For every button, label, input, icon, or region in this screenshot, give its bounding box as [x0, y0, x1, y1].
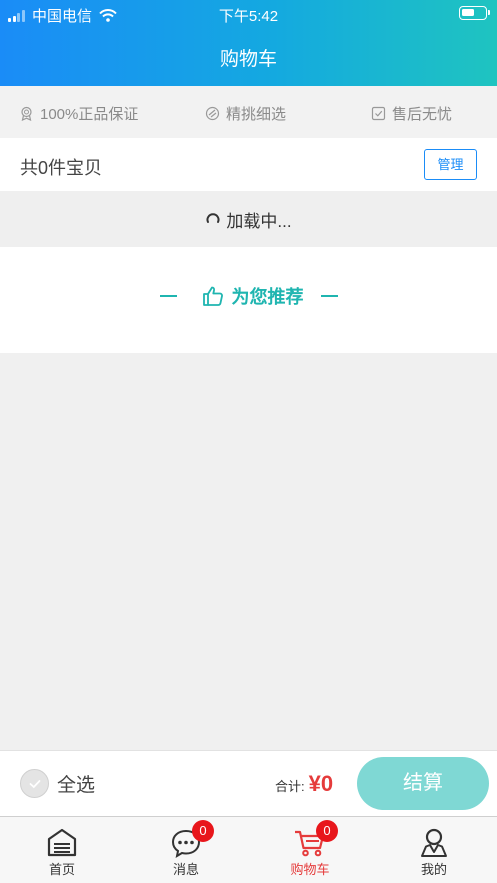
- total-price: 合计: ¥0: [275, 771, 333, 797]
- select-all-label: 全选: [57, 775, 96, 796]
- home-icon: [47, 828, 77, 857]
- guarantee-label: 100%正品保证: [40, 106, 139, 123]
- divider-right: [320, 295, 338, 297]
- select-all-toggle[interactable]: 全选: [20, 769, 95, 798]
- checkout-button[interactable]: 结算: [357, 757, 489, 810]
- loading-indicator: 加载中...: [0, 191, 497, 247]
- tab-messages[interactable]: 0 消息: [124, 817, 248, 883]
- guarantee-selected: 精挑细选: [205, 103, 286, 124]
- tab-cart[interactable]: 0 购物车: [248, 817, 372, 883]
- medal-icon: [21, 106, 32, 121]
- diamond-icon: [205, 106, 220, 121]
- guarantee-bar: 100%正品保证 精挑细选 售后无忧: [0, 86, 497, 138]
- guarantee-label: 售后无忧: [392, 106, 453, 123]
- cart-item-count: 共0件宝贝: [20, 158, 103, 178]
- check-circle-icon[interactable]: [20, 769, 49, 798]
- tab-label: 购物车: [290, 862, 330, 877]
- loading-text: 加载中...: [226, 211, 292, 231]
- guarantee-authentic: 100%正品保证: [19, 103, 138, 124]
- tab-label: 首页: [48, 862, 75, 877]
- status-bar: 中国电信 下午5:42: [0, 0, 497, 28]
- total-label: 合计:: [275, 779, 305, 794]
- thumbs-up-icon: [202, 286, 223, 306]
- checkout-bar: 全选 合计: ¥0 结算: [0, 750, 497, 816]
- guarantee-label: 精挑细选: [226, 106, 287, 123]
- spinner-icon: [206, 213, 220, 223]
- tab-bar: 首页 0 消息 0 购物车 我的: [0, 816, 497, 883]
- battery-icon: [459, 6, 490, 20]
- cart-badge: 0: [316, 820, 338, 842]
- message-badge: 0: [192, 820, 214, 842]
- recommend-section: 为您推荐: [0, 247, 497, 353]
- manage-button[interactable]: 管理: [424, 149, 477, 180]
- tab-label: 消息: [172, 862, 199, 877]
- user-icon: [421, 828, 447, 857]
- tab-profile[interactable]: 我的: [372, 817, 496, 883]
- total-value: ¥0: [308, 771, 334, 796]
- recommend-title: 为您推荐: [231, 287, 304, 307]
- header-bar: 中国电信 下午5:42 购物车: [0, 0, 497, 86]
- checkbox-icon: [371, 106, 386, 121]
- guarantee-aftersale: 售后无忧: [371, 103, 452, 124]
- page-title: 购物车: [219, 49, 277, 70]
- tab-label: 我的: [420, 862, 447, 877]
- divider-left: [159, 295, 177, 297]
- cart-count-bar: 共0件宝贝 管理: [0, 138, 497, 191]
- clock: 下午5:42: [218, 8, 279, 25]
- tab-home[interactable]: 首页: [0, 817, 124, 883]
